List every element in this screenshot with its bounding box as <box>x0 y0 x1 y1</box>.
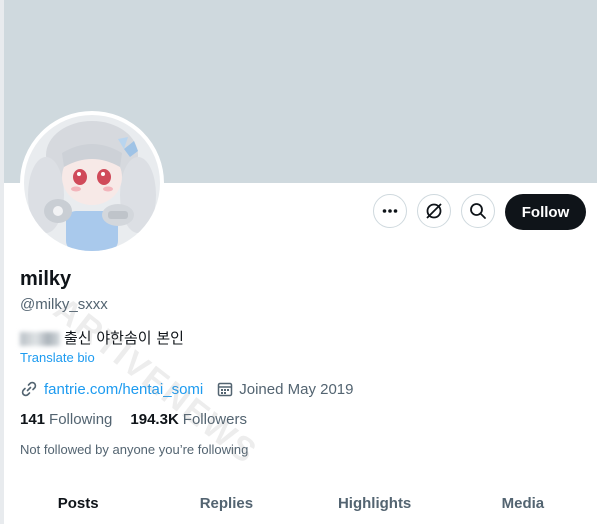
following-count-link[interactable]: 141 Following <box>20 411 112 428</box>
followers-count: 194.3K <box>130 411 179 428</box>
tab-posts[interactable]: Posts <box>4 478 152 524</box>
search-profile-button[interactable] <box>461 194 495 228</box>
joined-date: Joined May 2019 <box>239 380 354 398</box>
not-followed-note: Not followed by anyone you’re following <box>20 442 249 457</box>
profile-bio: 출신 야한솜이 본인 <box>20 327 184 348</box>
follow-counts: 141 Following 194.3K Followers <box>20 411 247 428</box>
followers-label: Followers <box>182 411 247 428</box>
following-label: Following <box>49 411 113 428</box>
more-options-button[interactable] <box>373 194 407 228</box>
profile-link[interactable]: fantrie.com/hentai_somi <box>44 381 203 398</box>
profile-tabs: Posts Replies Highlights Media <box>4 478 597 524</box>
followers-count-link[interactable]: 194.3K Followers <box>130 411 247 428</box>
avatar-illustration <box>24 115 160 251</box>
tab-highlights[interactable]: Highlights <box>301 478 449 524</box>
translate-bio-link[interactable]: Translate bio <box>20 350 95 365</box>
search-icon <box>470 203 486 219</box>
tab-media[interactable]: Media <box>449 478 597 524</box>
blurred-text <box>20 331 60 346</box>
profile-name: milky <box>20 268 72 290</box>
following-count: 141 <box>20 411 46 428</box>
bio-text: 출신 야한솜이 본인 <box>64 329 184 347</box>
more-icon <box>382 209 398 213</box>
profile-meta: fantrie.com/hentai_somi Joined May 2019 <box>20 379 354 399</box>
profile-avatar[interactable] <box>20 111 164 255</box>
link-icon <box>21 381 37 397</box>
profile-handle: @milky_sxxx <box>20 296 108 313</box>
grok-button[interactable] <box>417 194 451 228</box>
tab-replies[interactable]: Replies <box>152 478 300 524</box>
calendar-icon <box>218 382 233 397</box>
grok-icon <box>426 203 442 219</box>
follow-button[interactable]: Follow <box>505 194 586 230</box>
